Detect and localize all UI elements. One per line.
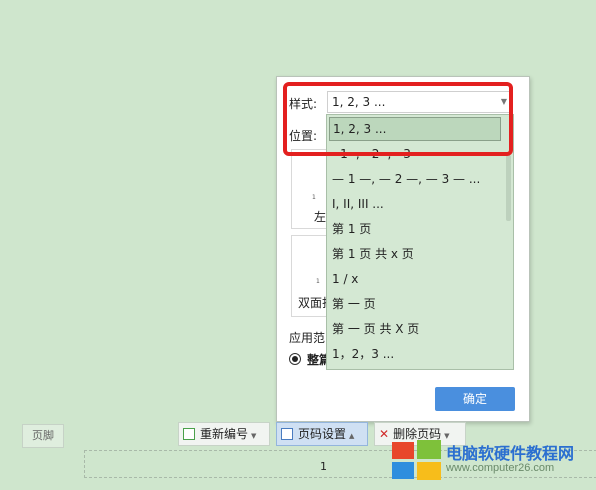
- dropdown-option[interactable]: 1 / x: [329, 267, 501, 291]
- dropdown-scrollbar[interactable]: [506, 155, 511, 221]
- dropdown-option[interactable]: I, II, III ...: [329, 192, 501, 216]
- page-setting-label: 页码设置: [298, 427, 347, 441]
- page-setting-icon: [281, 428, 293, 440]
- dropdown-option[interactable]: 1，2，3 ...: [329, 342, 501, 366]
- page-number: 1: [320, 460, 327, 473]
- renumber-icon: [183, 428, 195, 440]
- preview-page-number: 1: [316, 278, 320, 285]
- renumber-button[interactable]: 重新编号 ▼: [178, 422, 270, 446]
- dropdown-option[interactable]: 第 1 页 共 x 页: [329, 242, 501, 266]
- chevron-down-icon: ▼: [444, 432, 450, 440]
- close-icon: ✕: [379, 427, 390, 441]
- windows-logo-icon: [392, 440, 441, 480]
- apply-radio-whole[interactable]: [289, 353, 301, 365]
- preview-left-label: 左: [314, 210, 327, 224]
- ok-button[interactable]: 确定: [435, 387, 515, 411]
- dropdown-option[interactable]: 第 1 页: [329, 217, 501, 241]
- delete-label: 删除页码: [393, 427, 442, 441]
- chevron-down-icon: ▼: [251, 432, 257, 440]
- watermark-url: www.computer26.com: [446, 462, 555, 474]
- page-setting-button[interactable]: 页码设置 ▲: [276, 422, 368, 446]
- footer-tag[interactable]: 页脚: [22, 424, 64, 448]
- watermark-title: 电脑软硬件教程网: [446, 444, 575, 463]
- apply-scope-label: 应用范: [289, 331, 326, 345]
- dropdown-option[interactable]: 第 一 页: [329, 292, 501, 316]
- chevron-up-icon: ▲: [349, 432, 355, 440]
- dropdown-option[interactable]: 第 一 页 共 X 页: [329, 317, 501, 341]
- renumber-label: 重新编号: [200, 427, 249, 441]
- radio-dot-icon: [292, 356, 298, 362]
- dropdown-option[interactable]: — 1 —, — 2 —, — 3 — ...: [329, 167, 501, 191]
- preview-page-number: 1: [312, 194, 316, 201]
- highlight-annotation: [283, 82, 513, 156]
